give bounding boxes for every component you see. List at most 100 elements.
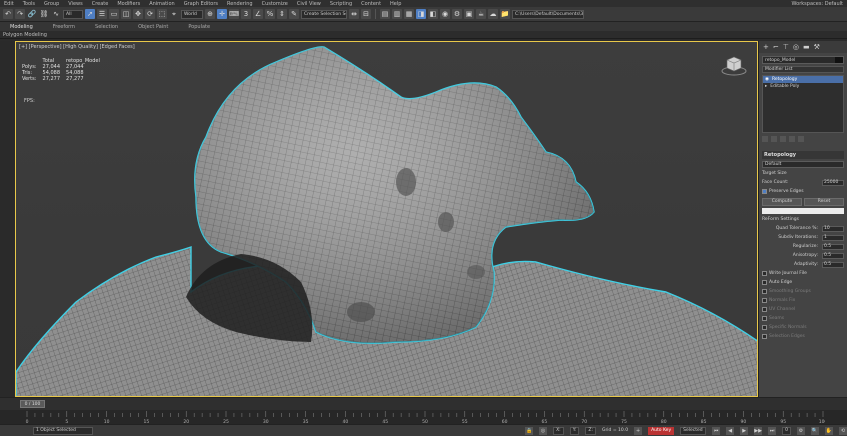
window-crossing-icon[interactable]: ◫: [121, 9, 131, 19]
angle-snap-icon[interactable]: ∠: [253, 9, 263, 19]
redo-icon[interactable]: ↷: [15, 9, 25, 19]
percent-snap-icon[interactable]: %: [265, 9, 275, 19]
folder-icon[interactable]: 📁: [500, 9, 510, 19]
curve-editor-icon[interactable]: ◨: [416, 9, 426, 19]
ribbon-toggle-icon[interactable]: ▦: [404, 9, 414, 19]
hierarchy-tab-icon[interactable]: ⊤: [783, 43, 789, 51]
menu-scripting[interactable]: Scripting: [330, 1, 352, 7]
render-online-icon[interactable]: ☁: [488, 9, 498, 19]
menu-content[interactable]: Content: [361, 1, 381, 7]
viewport-label[interactable]: [+] [Perspective] [High Quality] [Edged …: [19, 44, 135, 50]
specific-normals-checkbox[interactable]: [762, 325, 767, 330]
material-editor-icon[interactable]: ◉: [440, 9, 450, 19]
goto-start-icon[interactable]: ⏮: [712, 426, 721, 435]
snaps-toggle-icon[interactable]: 3: [241, 9, 251, 19]
orbit-icon[interactable]: ⟲: [839, 426, 847, 435]
menu-customize[interactable]: Customize: [262, 1, 288, 7]
quad-tolerance-spinner[interactable]: 10: [822, 225, 844, 232]
add-time-tag-icon[interactable]: +: [634, 426, 643, 435]
select-object-icon[interactable]: ➚: [85, 9, 95, 19]
smoothing-groups-checkbox[interactable]: [762, 289, 767, 294]
face-count-spinner[interactable]: 25000: [822, 179, 844, 186]
ribbon-tab-populate[interactable]: Populate: [188, 24, 210, 30]
make-unique-icon[interactable]: [780, 136, 786, 142]
adaptivity-spinner[interactable]: 0.5: [822, 261, 844, 268]
preset-dropdown[interactable]: Default: [762, 161, 844, 168]
selection-edges-checkbox[interactable]: [762, 334, 767, 339]
viewcube-icon[interactable]: [721, 54, 747, 76]
utilities-tab-icon[interactable]: ⚒: [814, 43, 820, 51]
key-filter-dropdown[interactable]: Selected: [680, 426, 707, 435]
select-by-name-icon[interactable]: ☰: [97, 9, 107, 19]
selection-filter-dropdown[interactable]: All: [63, 9, 83, 19]
mirror-icon[interactable]: ⇹: [349, 9, 359, 19]
viewport-layout-strip[interactable]: [0, 41, 15, 397]
anisotropy-spinner[interactable]: 0.5: [822, 252, 844, 259]
object-name-field[interactable]: retopo_Model: [762, 56, 844, 64]
menu-modifiers[interactable]: Modifiers: [117, 1, 140, 7]
align-icon[interactable]: ⊟: [361, 9, 371, 19]
auto-edge-checkbox[interactable]: [762, 280, 767, 285]
workspace-dropdown[interactable]: Workspaces: Default: [792, 1, 843, 7]
ribbon-tab-selection[interactable]: Selection: [95, 24, 118, 30]
reset-button[interactable]: Reset: [804, 197, 844, 206]
lock-selection-icon[interactable]: 🔒: [525, 426, 534, 435]
display-tab-icon[interactable]: ▬: [803, 43, 810, 51]
ribbon-tab-freeform[interactable]: Freeform: [53, 24, 75, 30]
menu-group[interactable]: Group: [44, 1, 59, 7]
goto-end-icon[interactable]: ⏭: [768, 426, 777, 435]
seams-checkbox[interactable]: [762, 316, 767, 321]
polygon-modeling-tab[interactable]: Polygon Modeling: [3, 32, 47, 38]
select-manipulate-icon[interactable]: ✛: [217, 9, 227, 19]
configure-sets-icon[interactable]: [798, 136, 804, 142]
next-frame-icon[interactable]: ▶▶: [754, 426, 763, 435]
ribbon-tab-modeling[interactable]: Modeling: [10, 24, 33, 30]
spinner-snap-icon[interactable]: ⇕: [277, 9, 287, 19]
eye-icon[interactable]: ◉: [765, 77, 769, 82]
stack-item[interactable]: ▸ Editable Poly: [763, 83, 843, 90]
named-selection-dropdown[interactable]: Create Selection Se: [301, 9, 347, 19]
link-icon[interactable]: 🔗: [27, 9, 37, 19]
menu-create[interactable]: Create: [92, 1, 109, 7]
motion-tab-icon[interactable]: ◎: [793, 43, 799, 51]
edit-named-sets-icon[interactable]: ✎: [289, 9, 299, 19]
select-scale-icon[interactable]: ⬚: [157, 9, 167, 19]
menu-graph-editors[interactable]: Graph Editors: [184, 1, 218, 7]
bind-space-warp-icon[interactable]: ∿: [51, 9, 61, 19]
coord-x-field[interactable]: X:: [553, 426, 564, 435]
menu-animation[interactable]: Animation: [149, 1, 175, 7]
menu-rendering[interactable]: Rendering: [227, 1, 253, 7]
expand-icon[interactable]: ▸: [765, 84, 767, 89]
retopology-rollout-title[interactable]: Retopology: [762, 151, 844, 159]
current-frame-field[interactable]: 0: [782, 426, 791, 435]
ribbon-tab-object-paint[interactable]: Object Paint: [138, 24, 168, 30]
isolate-icon[interactable]: ◎: [539, 426, 548, 435]
undo-icon[interactable]: ↶: [3, 9, 13, 19]
keyboard-shortcut-icon[interactable]: ⌨: [229, 9, 239, 19]
coord-y-field[interactable]: Y:: [569, 426, 580, 435]
time-slider-track[interactable]: 0 / 100: [0, 397, 847, 410]
menu-tools[interactable]: Tools: [23, 1, 35, 7]
write-journal-checkbox[interactable]: [762, 271, 767, 276]
render-icon[interactable]: ☕: [476, 9, 486, 19]
subdiv-iterations-spinner[interactable]: 1: [822, 234, 844, 241]
frame-ruler[interactable]: 0 5 10 15 20 25 30 35 40 45 50 55 60 65 70 75 80 85 90 95 10…: [25, 410, 825, 424]
menu-civil-view[interactable]: Civil View: [297, 1, 321, 7]
unlink-icon[interactable]: ⛓: [39, 9, 49, 19]
modifier-list-dropdown[interactable]: Modifier List: [762, 66, 844, 73]
stack-item[interactable]: ◉ Retopology: [763, 76, 843, 83]
rendered-frame-icon[interactable]: ▣: [464, 9, 474, 19]
uv-channel-checkbox[interactable]: [762, 307, 767, 312]
placement-icon[interactable]: ⌖: [169, 9, 179, 19]
object-color-swatch[interactable]: [835, 57, 843, 63]
show-end-result-icon[interactable]: [771, 136, 777, 142]
normals-fix-checkbox[interactable]: [762, 298, 767, 303]
menu-views[interactable]: Views: [68, 1, 82, 7]
schematic-view-icon[interactable]: ◧: [428, 9, 438, 19]
reference-coord-dropdown[interactable]: World: [181, 9, 203, 19]
remove-modifier-icon[interactable]: [789, 136, 795, 142]
scene-explorer-icon[interactable]: ▤: [380, 9, 390, 19]
menu-help[interactable]: Help: [390, 1, 401, 7]
retopo-mesh[interactable]: [16, 42, 758, 397]
preserve-edges-checkbox[interactable]: [762, 189, 767, 194]
